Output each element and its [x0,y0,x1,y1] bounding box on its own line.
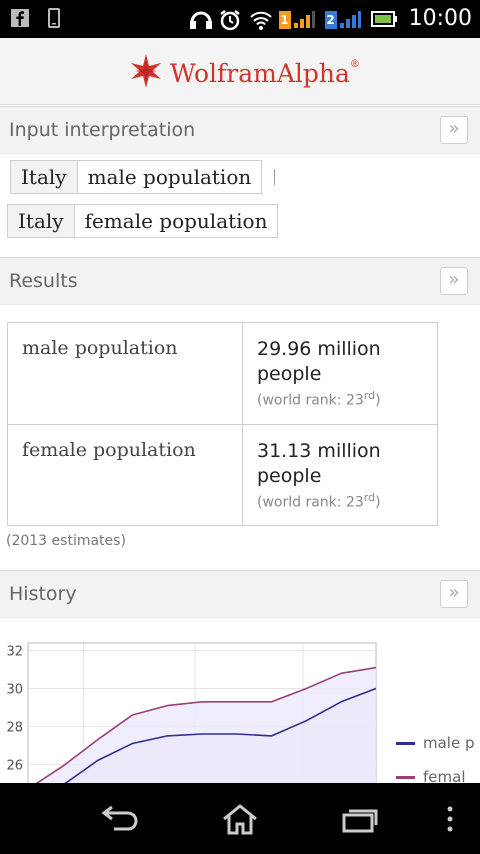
legend-label: male p [423,734,475,752]
wolfram-star-icon [128,53,164,93]
wifi-icon [249,9,272,30]
value-text: 29.96 million people [257,338,381,385]
history-header: History » [0,570,480,618]
row-label: male population [7,322,243,425]
more-button[interactable]: » [440,116,468,144]
clock: 10:00 [408,6,472,31]
results-table: male population 29.96 million people (wo… [7,322,438,527]
wolfram-logo[interactable]: WolframAlpha® [128,53,360,93]
entity-chip: Italy [8,205,75,237]
property-chip: male population [87,165,252,189]
entity-chip: Italy [11,161,78,193]
app-header: WolframAlpha® [0,38,480,105]
legend-item: male p [396,733,475,753]
world-rank: (world rank: 23rd) [257,389,381,409]
recents-icon[interactable] [340,803,380,835]
battery-icon [370,9,399,29]
y-tick-label: 28 [6,720,23,735]
table-row: female population 31.13 million people (… [7,423,438,527]
more-button[interactable]: » [440,580,468,608]
signal-2-icon [339,10,361,28]
legend-swatch [396,741,415,745]
property-chip: female population [84,209,268,233]
pod-title: Input interpretation [9,119,196,141]
facebook-icon [10,8,30,28]
row-value: 31.13 million people (world rank: 23rd) [242,423,438,527]
chart-legend: male p femal [396,733,475,787]
results-header: Results » [0,257,480,305]
pod-title: History [9,583,77,605]
signal-1-icon [293,10,315,28]
pod-title: Results [9,270,78,292]
phone-icon [44,8,64,28]
menu-icon[interactable] [440,803,460,835]
y-tick-label: 26 [6,758,23,773]
y-tick-label: 30 [6,682,23,697]
back-icon[interactable] [100,803,140,835]
legend-swatch [396,775,415,779]
navigation-bar [0,783,480,854]
table-row: male population 29.96 million people (wo… [7,322,438,425]
row-value: 29.96 million people (world rank: 23rd) [242,322,438,425]
y-tick-label: 32 [6,645,23,660]
value-text: 31.13 million people [257,439,381,487]
estimates-note: (2013 estimates) [6,533,126,549]
row-label: female population [7,423,243,527]
alarm-icon [219,9,240,30]
headset-icon [189,9,212,29]
sim2-indicator: 2 [324,9,361,29]
input-row: Italy female population [7,204,279,238]
sim1-indicator: 1 [278,9,315,29]
input-interpretation-header: Input interpretation » [0,106,480,154]
world-rank: (world rank: 23rd) [257,490,381,511]
input-row: Italy male population [10,160,263,194]
text-caret [274,169,275,185]
more-button[interactable]: » [440,267,468,295]
home-icon[interactable] [220,803,260,835]
status-bar: 1 2 10:00 [0,0,480,38]
logo-text: WolframAlpha® [170,58,360,88]
